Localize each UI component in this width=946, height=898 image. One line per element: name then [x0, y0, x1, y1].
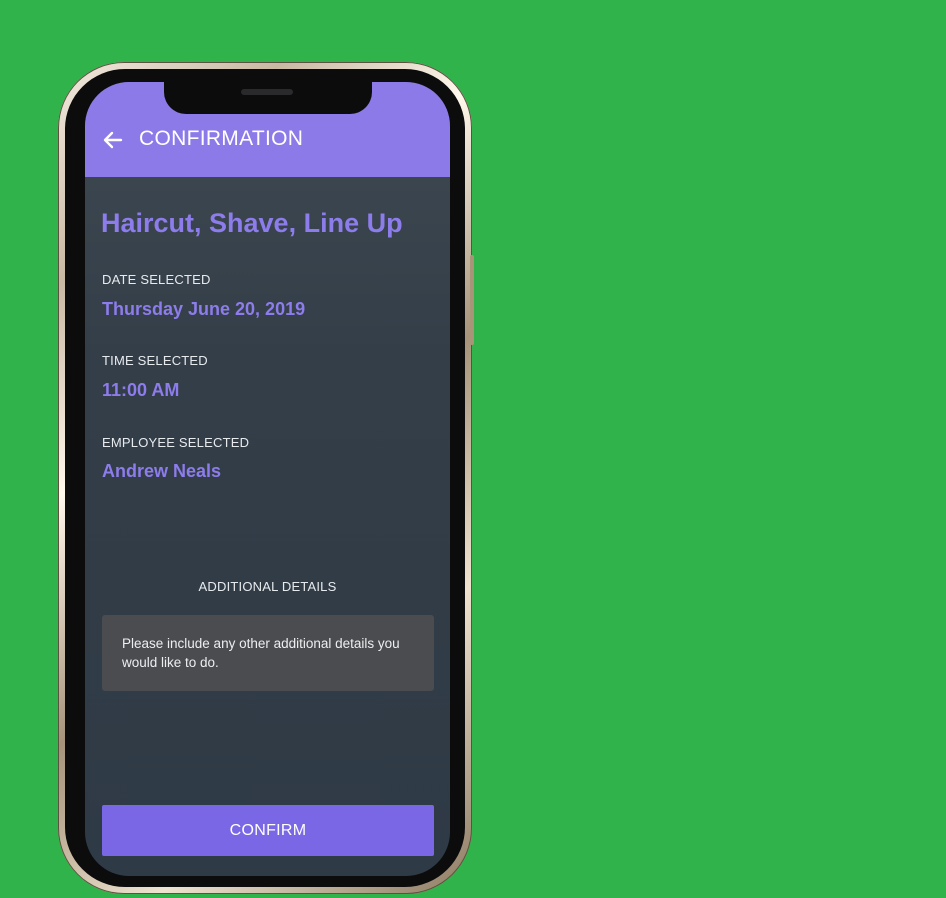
page-title: CONFIRMATION	[139, 127, 304, 150]
back-button[interactable]	[101, 128, 125, 152]
phone-notch	[164, 82, 372, 114]
time-label: TIME SELECTED	[102, 353, 208, 368]
employee-value: Andrew Neals	[102, 461, 222, 481]
arrow-left-icon	[103, 131, 123, 149]
confirm-button[interactable]: CONFIRM	[102, 805, 434, 856]
app-screen: CONFIRMATION Haircut, Shave, Line Up DAT…	[85, 82, 450, 876]
date-value: Thursday June 20, 2019	[102, 299, 306, 319]
phone-side-button	[470, 255, 474, 345]
additional-details-input[interactable]: Please include any other additional deta…	[102, 615, 434, 691]
date-label: DATE SELECTED	[102, 272, 211, 287]
speaker-grille	[241, 89, 293, 95]
employee-label: EMPLOYEE SELECTED	[102, 435, 250, 450]
additional-details-heading: ADDITIONAL DETAILS	[198, 579, 337, 594]
service-title: Haircut, Shave, Line Up	[101, 208, 403, 238]
time-value: 11:00 AM	[102, 380, 180, 400]
